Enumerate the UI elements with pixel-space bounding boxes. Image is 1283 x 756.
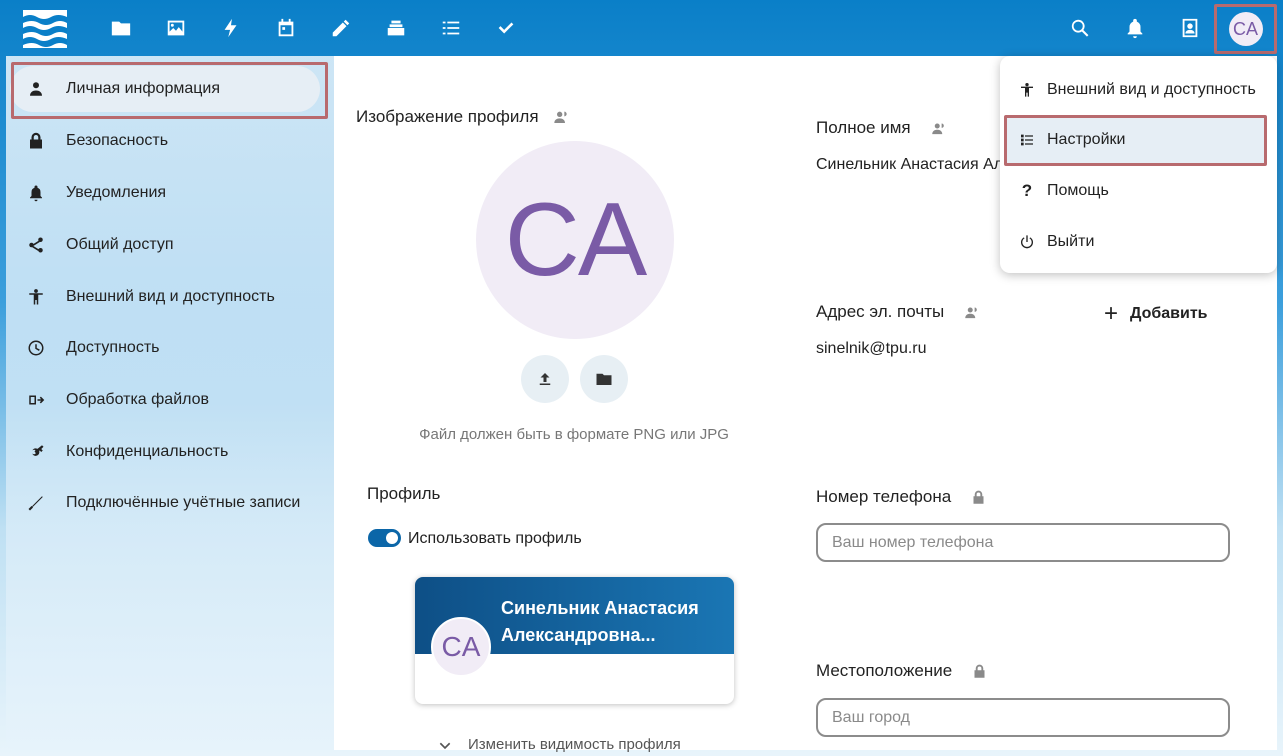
question-icon: ?	[1021, 181, 1033, 200]
menu-item-help[interactable]: ? Помощь	[1000, 167, 1277, 215]
sidebar-item-notifications[interactable]: Уведомления	[10, 170, 320, 216]
full-name-value[interactable]: Синельник Анастасия Ал	[816, 156, 1003, 174]
profile-preview-card[interactable]: Синельник Анастасия Александровна... CA	[415, 577, 734, 704]
sidebar-item-label: Подключённые учётные записи	[66, 494, 301, 511]
sidebar-item-label: Безопасность	[66, 132, 169, 149]
key-icon	[26, 442, 46, 462]
location-label: Местоположение	[816, 661, 987, 681]
visibility-icon[interactable]	[553, 109, 569, 125]
phone-input[interactable]	[816, 523, 1230, 562]
phone-label: Номер телефона	[816, 487, 986, 507]
file-format-hint: Файл должен быть в формате PNG или JPG	[419, 426, 729, 443]
folder-icon[interactable]	[107, 14, 135, 42]
profile-card-avatar: CA	[431, 617, 491, 677]
sidebar-item-connected-accounts[interactable]: Подключённые учётные записи	[10, 480, 320, 526]
accessibility-icon	[1018, 81, 1036, 99]
profile-section-title: Профиль	[367, 484, 441, 503]
sidebar-item-label: Уведомления	[66, 184, 167, 201]
search-icon[interactable]	[1066, 14, 1094, 42]
chevron-down-icon	[439, 742, 451, 749]
sidebar-item-sharing[interactable]: Общий доступ	[10, 222, 320, 268]
sidebar-item-privacy[interactable]: Конфиденциальность	[10, 429, 320, 475]
enable-profile-toggle[interactable]	[368, 529, 401, 547]
sidebar-item-appearance[interactable]: Внешний вид и доступность	[10, 274, 320, 320]
choose-from-files-button[interactable]	[580, 355, 628, 403]
calendar-icon[interactable]	[272, 14, 300, 42]
sidebar-item-label: Общий доступ	[66, 236, 174, 253]
menu-item-appearance[interactable]: Внешний вид и доступность	[1000, 66, 1277, 114]
email-value[interactable]: sinelnik@tpu.ru	[816, 340, 927, 358]
upload-icon	[539, 373, 551, 385]
lock-icon	[974, 664, 985, 678]
sidebar-item-label: Личная информация	[66, 80, 221, 97]
top-bar: CA	[0, 0, 1283, 56]
sidebar-item-label: Внешний вид и доступность	[66, 288, 275, 305]
folder-icon	[596, 373, 612, 385]
power-icon	[1018, 233, 1036, 251]
sidebar-item-security[interactable]: Безопасность	[10, 118, 320, 164]
profile-picture-title: Изображение профиля	[356, 107, 569, 127]
user-menu-button[interactable]: CA	[1214, 4, 1277, 54]
sidebar-item-availability[interactable]: Доступность	[10, 325, 320, 371]
avatar: CA	[1228, 12, 1263, 46]
edit-visibility-link[interactable]: Изменить видимость профиля	[438, 736, 681, 753]
menu-item-settings[interactable]: Настройки	[1000, 116, 1277, 164]
wrench-icon	[26, 493, 46, 513]
user-icon	[26, 79, 46, 99]
menu-item-logout[interactable]: Выйти	[1000, 218, 1277, 266]
upload-button[interactable]	[521, 355, 569, 403]
sidebar-item-label: Конфиденциальность	[66, 443, 229, 460]
menu-item-label: Настройки	[1047, 131, 1126, 148]
file-flow-icon	[26, 390, 46, 410]
sidebar-item-label: Обработка файлов	[66, 391, 210, 408]
email-label: Адрес эл. почты	[816, 302, 979, 322]
visibility-icon[interactable]	[964, 305, 979, 320]
contacts-icon[interactable]	[1176, 14, 1204, 42]
enable-profile-label: Использовать профиль	[408, 530, 582, 547]
plus-icon: +	[1104, 300, 1119, 327]
stack-icon[interactable]	[382, 14, 410, 42]
logo-icon[interactable]	[22, 9, 68, 49]
location-input[interactable]	[816, 698, 1230, 737]
lock-icon	[26, 131, 46, 151]
profile-avatar: CA	[476, 141, 674, 339]
settings-list-icon	[1018, 131, 1036, 149]
checkmark-icon[interactable]	[492, 14, 520, 42]
sidebar-item-personal-info[interactable]: Личная информация	[10, 66, 320, 112]
bell-icon[interactable]	[1121, 14, 1149, 42]
add-email-button[interactable]: + Добавить	[1104, 300, 1208, 328]
share-icon	[26, 235, 46, 255]
sidebar-item-file-handling[interactable]: Обработка файлов	[10, 377, 320, 423]
image-icon[interactable]	[162, 14, 190, 42]
profile-card-name: Синельник Анастасия Александровна...	[501, 598, 699, 645]
lightning-icon[interactable]	[217, 14, 245, 42]
bell-icon	[26, 183, 46, 203]
menu-item-label: Внешний вид и доступность	[1047, 81, 1256, 98]
pencil-icon[interactable]	[327, 14, 355, 42]
visibility-icon[interactable]	[931, 121, 946, 136]
list-icon[interactable]	[437, 14, 465, 42]
accessibility-icon	[26, 287, 46, 307]
full-name-label: Полное имя	[816, 118, 946, 138]
menu-item-label: Выйти	[1047, 233, 1095, 250]
menu-item-label: Помощь	[1047, 182, 1109, 199]
clock-icon	[26, 338, 46, 358]
lock-icon	[973, 490, 984, 504]
sidebar-item-label: Доступность	[66, 339, 160, 356]
